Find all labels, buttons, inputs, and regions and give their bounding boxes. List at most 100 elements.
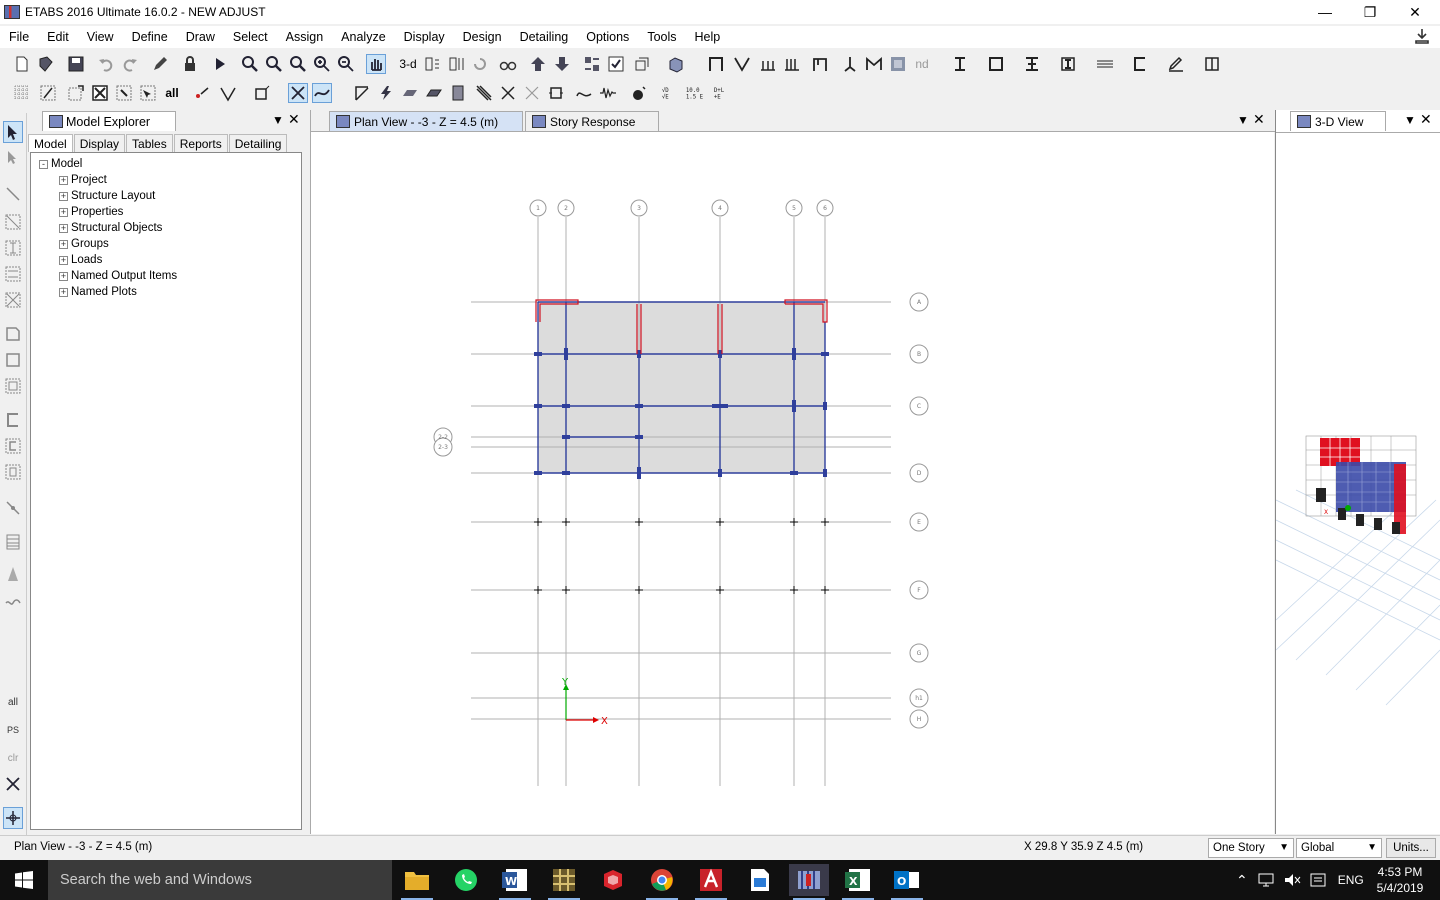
taskbar-outlook[interactable]: O <box>887 864 927 900</box>
taskbar-search-input[interactable]: Search the web and Windows <box>48 860 392 900</box>
tab-reports[interactable]: Reports <box>173 134 228 152</box>
chevron-up-icon[interactable]: ⌃ <box>1236 872 1248 889</box>
select-intersect-button[interactable] <box>90 83 110 103</box>
menu-options[interactable]: Options <box>577 30 638 44</box>
plan-view-button[interactable] <box>422 54 442 74</box>
view-close-icon[interactable]: ✕ <box>1253 111 1265 128</box>
menu-edit[interactable]: Edit <box>38 30 78 44</box>
menu-view[interactable]: View <box>78 30 123 44</box>
tree-item-named-plots[interactable]: + Named Plots <box>59 284 137 300</box>
snap-intersections-button[interactable] <box>288 83 308 103</box>
draw-wall-tool[interactable] <box>3 409 23 431</box>
quick-floor-tool[interactable] <box>3 375 23 397</box>
close-button[interactable]: ✕ <box>1392 0 1438 24</box>
deck-button[interactable] <box>424 83 444 103</box>
panel-layout-button[interactable] <box>1202 54 1222 74</box>
tree-item-properties[interactable]: + Properties <box>59 204 123 220</box>
zoom-all-button[interactable] <box>288 54 308 74</box>
plan-canvas[interactable]: 1 2 3 4 5 6 A B C D E F G h1 H 2-2 2-3 X… <box>311 133 1273 833</box>
taskbar-sketchup[interactable] <box>593 864 633 896</box>
zoom-restore-button[interactable] <box>264 54 284 74</box>
null-area-button[interactable] <box>522 83 542 103</box>
quick-wall-tool[interactable] <box>3 435 23 457</box>
snap-lines-button[interactable] <box>312 83 332 103</box>
expand-icon[interactable]: + <box>59 223 68 233</box>
maximize-button[interactable]: ❐ <box>1347 0 1393 24</box>
snap-point-button[interactable] <box>38 83 58 103</box>
3d-dropdown-icon[interactable]: ▼ <box>1404 113 1416 127</box>
area-section-button[interactable] <box>986 54 1006 74</box>
taskbar-whatsapp[interactable] <box>446 864 486 896</box>
select-window-button[interactable] <box>66 83 86 103</box>
frame-button[interactable] <box>706 54 726 74</box>
draw-link-tool[interactable] <box>3 497 23 519</box>
slab-button[interactable] <box>400 83 420 103</box>
select-object-button[interactable] <box>114 83 134 103</box>
move-up-button[interactable] <box>528 54 548 74</box>
previous-selection-tool[interactable]: PS <box>3 719 23 741</box>
draw-joints-tool[interactable] <box>3 183 23 205</box>
draw-dimension-tool[interactable] <box>3 591 23 613</box>
taskbar-chrome[interactable] <box>642 864 682 900</box>
wall-section-button[interactable] <box>1130 54 1150 74</box>
undo-button[interactable] <box>96 54 116 74</box>
draw-floor-tool[interactable] <box>3 323 23 345</box>
units-button[interactable]: Units... <box>1386 838 1436 858</box>
piers-button[interactable] <box>810 54 830 74</box>
i-section-button[interactable] <box>950 54 970 74</box>
menu-assign[interactable]: Assign <box>277 30 333 44</box>
reshape-tool[interactable] <box>3 147 23 169</box>
menu-analyze[interactable]: Analyze <box>332 30 394 44</box>
menu-help[interactable]: Help <box>686 30 730 44</box>
wall-stack-tool[interactable] <box>3 461 23 483</box>
expand-icon[interactable]: + <box>59 207 68 217</box>
draw-rect-floor-tool[interactable] <box>3 349 23 371</box>
select-all-button[interactable]: all <box>162 83 182 103</box>
clear-selection-tool[interactable]: clr <box>3 747 23 769</box>
snap-options-tool[interactable] <box>3 807 23 829</box>
reshape-button[interactable] <box>352 83 372 103</box>
expand-icon[interactable]: + <box>59 271 68 281</box>
draw-line-button[interactable] <box>218 83 238 103</box>
menu-tools[interactable]: Tools <box>638 30 685 44</box>
draw-beam-tool[interactable] <box>3 263 23 285</box>
tab-detailing[interactable]: Detailing <box>228 134 288 152</box>
zoom-in-button[interactable] <box>312 54 332 74</box>
menu-draw[interactable]: Draw <box>177 30 224 44</box>
number-format-button[interactable]: 10.0 1.5 E <box>682 83 706 103</box>
pointer-tool[interactable] <box>3 121 23 143</box>
collapse-icon[interactable]: - <box>39 159 48 169</box>
taskbar-clock[interactable]: 4:53 PM 5/4/2019 <box>1372 864 1428 896</box>
snap-grid-button[interactable] <box>12 83 32 103</box>
expand-icon[interactable]: + <box>59 175 68 185</box>
tree-item-groups[interactable]: + Groups <box>59 236 109 252</box>
open-button[interactable] <box>36 54 56 74</box>
network-icon[interactable] <box>1258 873 1276 887</box>
volume-muted-icon[interactable] <box>1284 873 1302 887</box>
tree-item-project[interactable]: + Project <box>59 172 107 188</box>
tree-item-loads[interactable]: + Loads <box>59 252 102 268</box>
draw-area-button[interactable] <box>252 83 272 103</box>
taskbar-photos[interactable] <box>740 864 780 896</box>
tree-item-structure-layout[interactable]: + Structure Layout <box>59 188 155 204</box>
tab-display[interactable]: Display <box>73 134 126 152</box>
object-shrink-button[interactable] <box>632 54 652 74</box>
draw-grid-tool[interactable] <box>3 531 23 553</box>
null-line-button[interactable] <box>498 83 518 103</box>
tree-root[interactable]: - Model <box>39 156 82 172</box>
time-history-button[interactable] <box>598 83 618 103</box>
column-section-button[interactable] <box>1022 54 1042 74</box>
tab-3d-view[interactable]: 3-D View <box>1290 111 1386 131</box>
run-analysis-button[interactable] <box>210 54 230 74</box>
tab-model[interactable]: Model <box>28 134 73 152</box>
start-button[interactable] <box>0 860 48 900</box>
beam-section-button[interactable] <box>1058 54 1078 74</box>
zoom-window-button[interactable] <box>240 54 260 74</box>
draw-tendon-tool[interactable] <box>3 563 23 585</box>
view-dropdown-icon[interactable]: ▼ <box>1237 113 1249 127</box>
springs-button[interactable] <box>782 54 802 74</box>
check-button[interactable] <box>606 54 626 74</box>
taskbar-file-explorer[interactable] <box>397 864 437 900</box>
3d-model-canvas[interactable]: X <box>1276 410 1440 740</box>
expand-icon[interactable]: + <box>59 255 68 265</box>
